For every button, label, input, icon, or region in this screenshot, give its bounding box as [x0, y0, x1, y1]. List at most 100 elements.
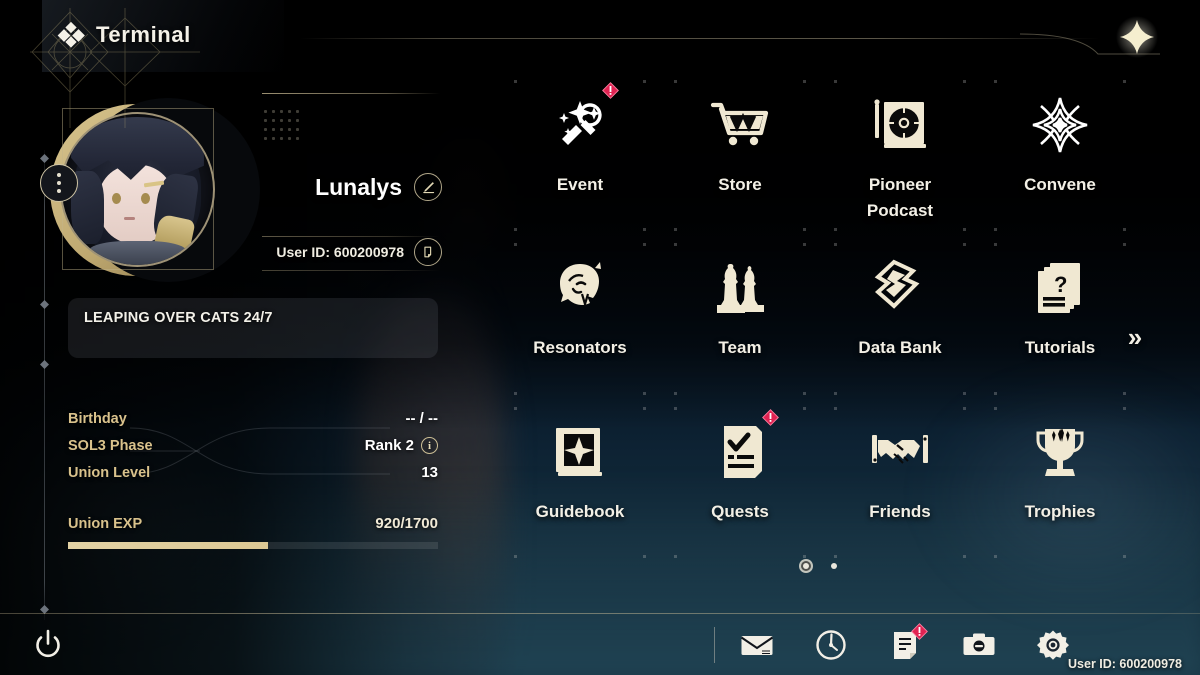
close-icon	[1116, 16, 1158, 58]
stat-value: -- / --	[406, 410, 438, 427]
question-cards-icon: ?	[1029, 257, 1091, 319]
bottom-bar-divider	[0, 613, 1200, 614]
menu-item-friends[interactable]: Friends	[820, 403, 980, 566]
corner-tick	[1123, 228, 1126, 232]
trophy-icon	[1029, 421, 1091, 483]
profile-top-divider	[262, 93, 440, 94]
sol3-phase-info-button[interactable]: i	[421, 437, 438, 454]
compass-icon	[816, 630, 846, 660]
camera-icon	[963, 633, 995, 655]
menu-item-pioneer-podcast[interactable]: Pioneer Podcast	[820, 76, 980, 239]
profile-name-row: Lunalys	[180, 170, 442, 204]
corner-tick	[834, 406, 837, 410]
stat-label: SOL3 Phase	[68, 437, 153, 454]
close-button[interactable]	[1114, 14, 1160, 60]
menu-item-convene[interactable]: Convene	[980, 76, 1140, 239]
corner-tick	[994, 391, 997, 395]
stat-value: 13	[421, 464, 438, 481]
sparkle-event-icon	[549, 94, 611, 156]
menu-item-guidebook[interactable]: Guidebook	[500, 403, 660, 566]
checklist-icon	[709, 421, 771, 483]
bottom-bar: User ID: 600200978	[0, 613, 1200, 675]
chess-pieces-icon	[709, 257, 771, 319]
corner-tick	[994, 554, 997, 558]
union-exp-progress-fill	[68, 542, 268, 549]
handshake-icon	[869, 421, 931, 483]
compass-book-icon	[549, 421, 611, 483]
svg-text:?: ?	[1054, 272, 1067, 297]
menu-item-trophies[interactable]: Trophies	[980, 403, 1140, 566]
corner-tick	[803, 243, 806, 247]
diamond-cluster-icon	[57, 21, 85, 48]
notice-button[interactable]	[888, 623, 928, 662]
mail-button[interactable]	[740, 628, 774, 662]
union-exp-value: 920/1700	[375, 515, 438, 532]
profile-panel: Lunalys User ID: 600200978 LEAPING OVER …	[0, 0, 520, 600]
union-exp-block: Union EXP 920/1700	[68, 515, 438, 549]
edit-profile-button[interactable]	[414, 173, 442, 201]
stats-list: Birthday -- / -- SOL3 Phase Rank 2 i Uni…	[68, 405, 438, 486]
menu-item-store[interactable]: Store	[660, 76, 820, 239]
avatar-more-options-button[interactable]	[40, 164, 78, 202]
alert-diamond-icon	[762, 408, 779, 426]
corner-tick	[994, 243, 997, 247]
menu-item-label: Tutorials	[1024, 338, 1096, 358]
turntable-icon	[869, 94, 931, 156]
pagination-dot[interactable]	[831, 563, 837, 569]
corner-tick	[834, 80, 837, 83]
menu-item-tutorials[interactable]: ? Tutorials	[980, 239, 1140, 402]
settings-button[interactable]	[1036, 628, 1070, 662]
menu-item-resonators[interactable]: Resonators	[500, 239, 660, 402]
corner-tick	[643, 243, 646, 247]
stat-row: SOL3 Phase Rank 2 i	[68, 432, 438, 459]
corner-tick	[643, 228, 646, 232]
corner-tick	[1123, 554, 1126, 558]
corner-tick	[994, 406, 997, 410]
corner-tick	[994, 80, 997, 83]
corner-tick	[803, 391, 806, 395]
corner-tick	[674, 391, 677, 395]
four-point-star-icon	[1029, 94, 1091, 156]
corner-tick	[834, 391, 837, 395]
header: Terminal	[0, 0, 1200, 128]
avatar-eye-right	[140, 192, 150, 204]
copy-user-id-button[interactable]	[414, 238, 442, 266]
next-page-button[interactable]: »	[1118, 320, 1152, 354]
menu-item-quests[interactable]: Quests	[660, 403, 820, 566]
header-divider	[300, 38, 1100, 39]
power-icon	[36, 629, 60, 658]
menu-item-event[interactable]: Event	[500, 76, 660, 239]
menu-item-team[interactable]: Team	[660, 239, 820, 402]
menu-item-label: Event	[556, 175, 604, 194]
page-title: Terminal	[96, 22, 191, 47]
stat-label: Birthday	[68, 410, 127, 427]
corner-tick	[963, 391, 966, 395]
exploration-button[interactable]	[814, 628, 848, 662]
more-options-icon-dot	[57, 181, 61, 185]
corner-tick	[674, 554, 677, 558]
bottom-bar-icons	[740, 621, 1070, 669]
avatar-collar	[89, 240, 186, 265]
signature-field[interactable]: LEAPING OVER CATS 24/7	[68, 298, 438, 358]
menu-item-label: Team	[718, 338, 762, 358]
pagination-dot[interactable]	[803, 563, 809, 569]
union-exp-label: Union EXP	[68, 515, 143, 532]
menu-item-data-bank[interactable]: Data Bank	[820, 239, 980, 402]
corner-tick	[674, 228, 677, 232]
copy-icon	[424, 246, 432, 258]
avatar-eye-left	[111, 192, 121, 204]
mail-icon	[740, 636, 774, 655]
player-name: Lunalys	[315, 173, 402, 200]
alert-diamond-icon	[602, 82, 619, 99]
stat-value-text: -- / --	[405, 410, 438, 427]
corner-tick	[803, 80, 806, 83]
power-button[interactable]	[30, 627, 66, 663]
corner-tick	[803, 406, 806, 410]
data-bank-icon	[869, 257, 931, 319]
union-exp-header: Union EXP 920/1700	[68, 515, 438, 532]
character-head-icon	[549, 257, 611, 319]
stat-value-text: 13	[421, 464, 438, 481]
camera-button[interactable]	[962, 628, 996, 662]
pencil-icon	[422, 181, 434, 193]
corner-tick	[643, 554, 646, 558]
